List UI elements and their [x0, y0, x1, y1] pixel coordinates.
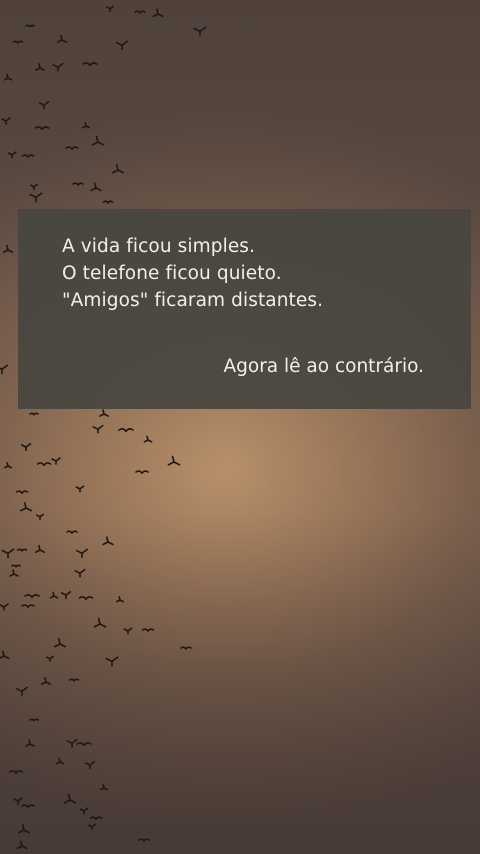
bird-icon [13, 797, 23, 805]
bird-icon [20, 443, 32, 452]
bird-icon [0, 364, 8, 374]
bird-icon [100, 784, 108, 791]
bird-icon [91, 135, 105, 146]
bird-icon [78, 596, 94, 601]
bird-icon [21, 154, 35, 158]
bird-icon [16, 686, 28, 696]
bird-icon [167, 455, 181, 466]
bird-icon [54, 638, 66, 648]
bird-icon [36, 462, 52, 467]
bird-icon [38, 101, 50, 110]
bird-icon [3, 73, 13, 81]
quote-punchline: Agora lê ao contrário. [223, 356, 424, 377]
bird-icon [29, 192, 43, 203]
bird-icon [2, 244, 14, 253]
background-photo: A vida ficou simples. O telefone ficou q… [0, 0, 480, 854]
bird-icon [180, 646, 192, 650]
bird-icon [116, 40, 128, 50]
bird-icon [34, 544, 46, 553]
bird-icon [65, 146, 79, 150]
bird-icon [16, 548, 28, 552]
bird-icon [89, 816, 103, 820]
bird-icon [34, 126, 50, 131]
bird-icon [25, 24, 35, 28]
bird-icon [72, 182, 84, 186]
bird-icon [4, 462, 12, 469]
bird-icon [105, 656, 119, 667]
bird-icon [36, 513, 44, 520]
bird-icon [55, 757, 65, 765]
bird-icon [8, 770, 24, 775]
bird-icon [116, 596, 124, 603]
bird-icon [74, 568, 86, 578]
bird-icon [51, 457, 61, 465]
quote-line-3: "Amigos" ficaram distantes. [62, 290, 324, 311]
bird-icon [141, 628, 155, 632]
bird-icon [90, 182, 102, 192]
bird-icon [25, 739, 35, 747]
bird-icon [29, 718, 39, 722]
quote-line-2: O telefone ficou quieto. [62, 263, 282, 284]
bird-icon [112, 164, 124, 174]
bird-icon [0, 603, 9, 611]
bird-icon [18, 824, 30, 834]
bird-icon [123, 627, 133, 635]
bird-icon [56, 34, 68, 43]
bird-icon [79, 807, 89, 815]
bird-icon [92, 424, 104, 434]
bird-icon [60, 591, 72, 600]
bird-icon [35, 63, 45, 71]
bird-icon [143, 435, 153, 443]
bird-icon [9, 569, 19, 577]
bird-icon [21, 604, 35, 608]
bird-icon [66, 738, 78, 748]
bird-icon [138, 838, 150, 842]
bird-icon [20, 502, 32, 512]
bird-icon [7, 151, 17, 159]
bird-icon [88, 823, 96, 830]
bird-icon [102, 536, 114, 546]
bird-icon [30, 183, 38, 190]
bird-icon [52, 62, 64, 72]
bird-icon [11, 564, 21, 568]
bird-icon [49, 591, 59, 599]
bird-icon [12, 40, 24, 44]
bird-icon [134, 10, 146, 14]
bird-icon [93, 617, 107, 628]
bird-icon [1, 548, 15, 559]
bird-icon [76, 742, 92, 747]
bird-icon [29, 412, 39, 416]
bird-icon [102, 200, 114, 204]
bird-icon [76, 548, 88, 558]
bird-icon [75, 485, 85, 493]
bird-icon [0, 650, 10, 660]
bird-icon [16, 840, 28, 850]
bird-icon [40, 676, 52, 685]
bird-icon [15, 490, 29, 494]
bird-icon [68, 678, 80, 682]
bird-icon [63, 793, 77, 804]
bird-icon [84, 761, 96, 770]
flock-of-birds-icon [0, 5, 207, 850]
bird-icon [118, 428, 134, 433]
bird-icon [1, 117, 11, 125]
bird-icon [135, 470, 149, 474]
bird-icon [99, 409, 109, 417]
bird-icon [21, 804, 35, 808]
quote-card: A vida ficou simples. O telefone ficou q… [18, 209, 471, 409]
bird-icon [82, 122, 90, 129]
quote-line-1: A vida ficou simples. [62, 236, 256, 257]
bird-icon [66, 530, 78, 534]
bird-icon [82, 62, 98, 67]
bird-icon [24, 594, 40, 599]
bird-icon [106, 5, 114, 12]
bird-icon [152, 8, 164, 18]
bird-icon [193, 26, 207, 37]
bird-icon [46, 655, 54, 662]
